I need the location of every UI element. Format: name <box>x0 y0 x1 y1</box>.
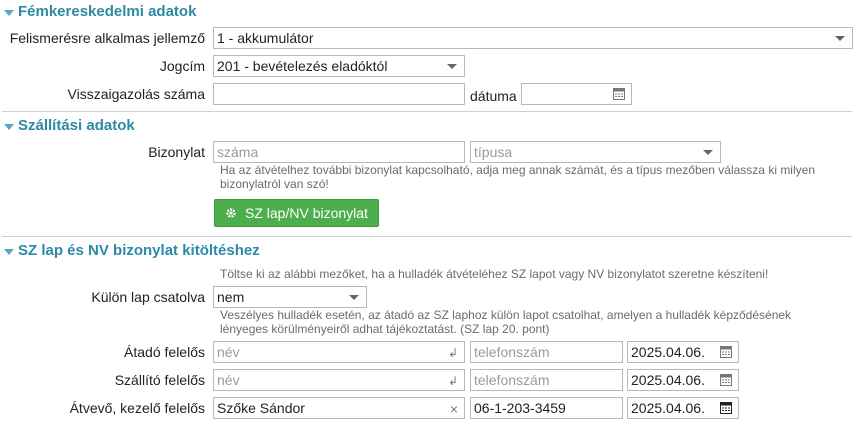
title-label: Jogcím <box>159 58 205 74</box>
section-title-metal: Fémkereskedelmi adatok <box>18 3 197 20</box>
document-number-input[interactable]: száma <box>213 141 465 163</box>
document-help-text: Ha az átvételhez további bizonylat kapcs… <box>220 163 815 191</box>
collapse-triangle-icon <box>4 248 14 255</box>
section-toggle-szlap[interactable]: SZ lap és NV bizonylat kitöltéshez <box>4 241 260 261</box>
title-select-value: 201 - bevételezés eladóktól <box>217 58 388 74</box>
carrier-phone-input[interactable]: telefonszám <box>470 369 623 391</box>
chevron-down-icon <box>703 150 713 155</box>
document-type-select[interactable]: típusa <box>470 141 721 163</box>
sz-lap-nv-button-label: SZ lap/NV bizonylat <box>245 205 368 221</box>
calendar-icon[interactable] <box>720 373 732 386</box>
section-title-szlap: SZ lap és NV bizonylat kitöltéshez <box>18 242 260 259</box>
confirm-date-label: dátuma <box>470 88 517 104</box>
collapse-triangle-icon <box>4 123 14 130</box>
collapse-triangle-icon <box>4 9 14 16</box>
separate-sheet-select[interactable]: nem <box>213 286 367 308</box>
feature-select-value: 1 - akkumulátor <box>217 30 314 46</box>
section-toggle-metal[interactable]: Fémkereskedelmi adatok <box>4 2 196 22</box>
separate-sheet-help: Veszélyes hulladék esetén, az átadó az S… <box>220 308 792 336</box>
title-select[interactable]: 201 - bevételezés eladóktól <box>213 55 465 77</box>
receiver-phone-input[interactable]: 06-1-203-3459 <box>470 397 623 419</box>
receiver-date-input[interactable]: 2025.04.06. <box>627 397 739 419</box>
chevron-down-icon <box>835 36 845 41</box>
receiver-date-value: 2025.04.06. <box>631 400 705 416</box>
feature-select[interactable]: 1 - akkumulátor <box>213 27 853 49</box>
receiver-name-value: Szőke Sándor <box>217 400 305 416</box>
carrier-date-value: 2025.04.06. <box>631 372 705 388</box>
arrow-return-icon[interactable]: ↲ <box>448 371 458 390</box>
feature-label: Felismerésre alkalmas jellemző <box>9 30 205 46</box>
gear-icon <box>226 208 236 218</box>
carrier-name-placeholder: név <box>217 372 240 388</box>
document-label: Bizonylat <box>148 144 205 160</box>
section-title-shipping: Szállítási adatok <box>18 117 135 134</box>
calendar-icon[interactable] <box>613 87 625 100</box>
clear-icon[interactable]: × <box>450 399 458 418</box>
handover-name-placeholder: név <box>217 344 240 360</box>
calendar-icon[interactable] <box>720 401 732 414</box>
handover-responsible-label: Átadó felelős <box>124 344 205 360</box>
carrier-responsible-label: Szállító felelős <box>114 372 205 388</box>
chevron-down-icon <box>349 295 359 300</box>
handover-date-value: 2025.04.06. <box>631 344 705 360</box>
confirm-number-label: Visszaigazolás száma <box>67 86 205 102</box>
divider <box>2 236 852 237</box>
carrier-date-input[interactable]: 2025.04.06. <box>627 369 739 391</box>
section-toggle-shipping[interactable]: Szállítási adatok <box>4 116 135 136</box>
carrier-name-input[interactable]: név ↲ <box>213 369 465 391</box>
sz-lap-nv-button[interactable]: SZ lap/NV bizonylat <box>214 199 379 227</box>
receiver-name-input[interactable]: Szőke Sándor × <box>213 397 465 419</box>
receiver-responsible-label: Átvevő, kezelő felelős <box>69 400 205 416</box>
handover-phone-input[interactable]: telefonszám <box>470 341 623 363</box>
divider <box>2 111 852 112</box>
calendar-icon[interactable] <box>720 345 732 358</box>
separate-sheet-label: Külön lap csatolva <box>91 289 205 305</box>
handover-name-input[interactable]: név ↲ <box>213 341 465 363</box>
confirm-date-input[interactable] <box>521 83 632 105</box>
arrow-return-icon[interactable]: ↲ <box>448 343 458 362</box>
chevron-down-icon <box>447 64 457 69</box>
confirm-number-input[interactable] <box>213 83 465 105</box>
document-type-placeholder: típusa <box>474 144 513 160</box>
separate-sheet-value: nem <box>217 289 245 305</box>
szlap-intro-text: Töltse ki az alábbi mezőket, ha a hullad… <box>220 267 769 281</box>
handover-date-input[interactable]: 2025.04.06. <box>627 341 739 363</box>
